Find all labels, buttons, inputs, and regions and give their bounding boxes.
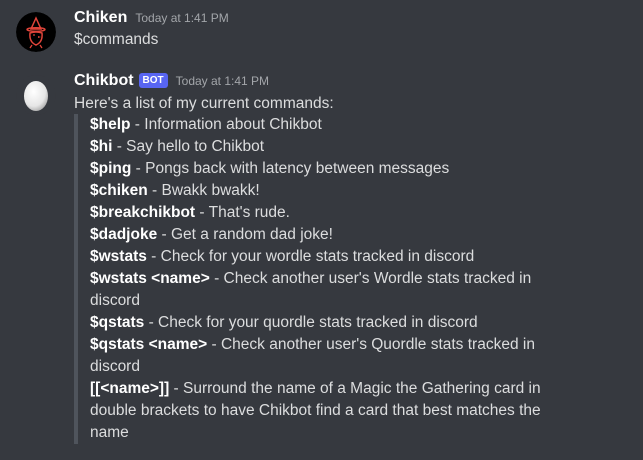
command-description: - Check for your quordle stats tracked i…	[144, 314, 478, 331]
command-name: [[<name>]]	[90, 380, 170, 397]
command-line: $help - Information about Chikbot	[90, 114, 560, 136]
witch-chicken-avatar-icon	[16, 12, 56, 52]
command-line: $ping - Pongs back with latency between …	[90, 158, 560, 180]
command-name: $help	[90, 116, 131, 133]
command-name: $chiken	[90, 182, 148, 199]
command-line: $dadjoke - Get a random dad joke!	[90, 224, 560, 246]
command-line: $qstats - Check for your quordle stats t…	[90, 312, 560, 334]
user-avatar[interactable]	[16, 12, 56, 52]
bot-username[interactable]: Chikbot	[74, 72, 134, 90]
command-description: - Bwakk bwakk!	[147, 182, 260, 199]
command-description: - Information about Chikbot	[130, 116, 322, 133]
command-name: $qstats <name>	[90, 336, 208, 353]
command-line: $chiken - Bwakk bwakk!	[90, 180, 560, 202]
command-line: $qstats <name> - Check another user's Qu…	[90, 334, 560, 378]
command-description: - Pongs back with latency between messag…	[131, 160, 450, 177]
bot-avatar[interactable]	[16, 75, 56, 115]
command-line: $wstats <name> - Check another user's Wo…	[90, 268, 560, 312]
message-header: Chikbot BOT Today at 1:41 PM	[74, 72, 269, 90]
command-name: $wstats	[90, 248, 147, 265]
timestamp[interactable]: Today at 1:41 PM	[176, 74, 269, 88]
egg-avatar-icon	[24, 81, 48, 111]
command-name: $wstats <name>	[90, 270, 210, 287]
command-name: $breakchikbot	[90, 204, 196, 221]
command-line: [[<name>]] - Surround the name of a Magi…	[90, 378, 560, 444]
command-description: - That's rude.	[195, 204, 290, 221]
command-name: $ping	[90, 160, 132, 177]
commands-blockquote: $help - Information about Chikbot $hi - S…	[74, 114, 560, 444]
username[interactable]: Chiken	[74, 9, 127, 27]
message-text: $commands	[74, 31, 159, 48]
command-line: $hi - Say hello to Chikbot	[90, 136, 560, 158]
message-text: Here's a list of my current commands:	[74, 95, 334, 112]
command-name: $qstats	[90, 314, 145, 331]
message-chiken: Chiken Today at 1:41 PM $commands	[0, 0, 643, 60]
command-description: - Get a random dad joke!	[157, 226, 333, 243]
command-line: $wstats - Check for your wordle stats tr…	[90, 246, 560, 268]
command-description: - Check for your wordle stats tracked in…	[146, 248, 475, 265]
bot-badge: BOT	[138, 73, 168, 88]
timestamp[interactable]: Today at 1:41 PM	[135, 11, 228, 25]
command-name: $dadjoke	[90, 226, 158, 243]
message-header: Chiken Today at 1:41 PM	[74, 9, 229, 27]
command-line: $breakchikbot - That's rude.	[90, 202, 560, 224]
command-name: $hi	[90, 138, 113, 155]
command-description: - Say hello to Chikbot	[112, 138, 265, 155]
